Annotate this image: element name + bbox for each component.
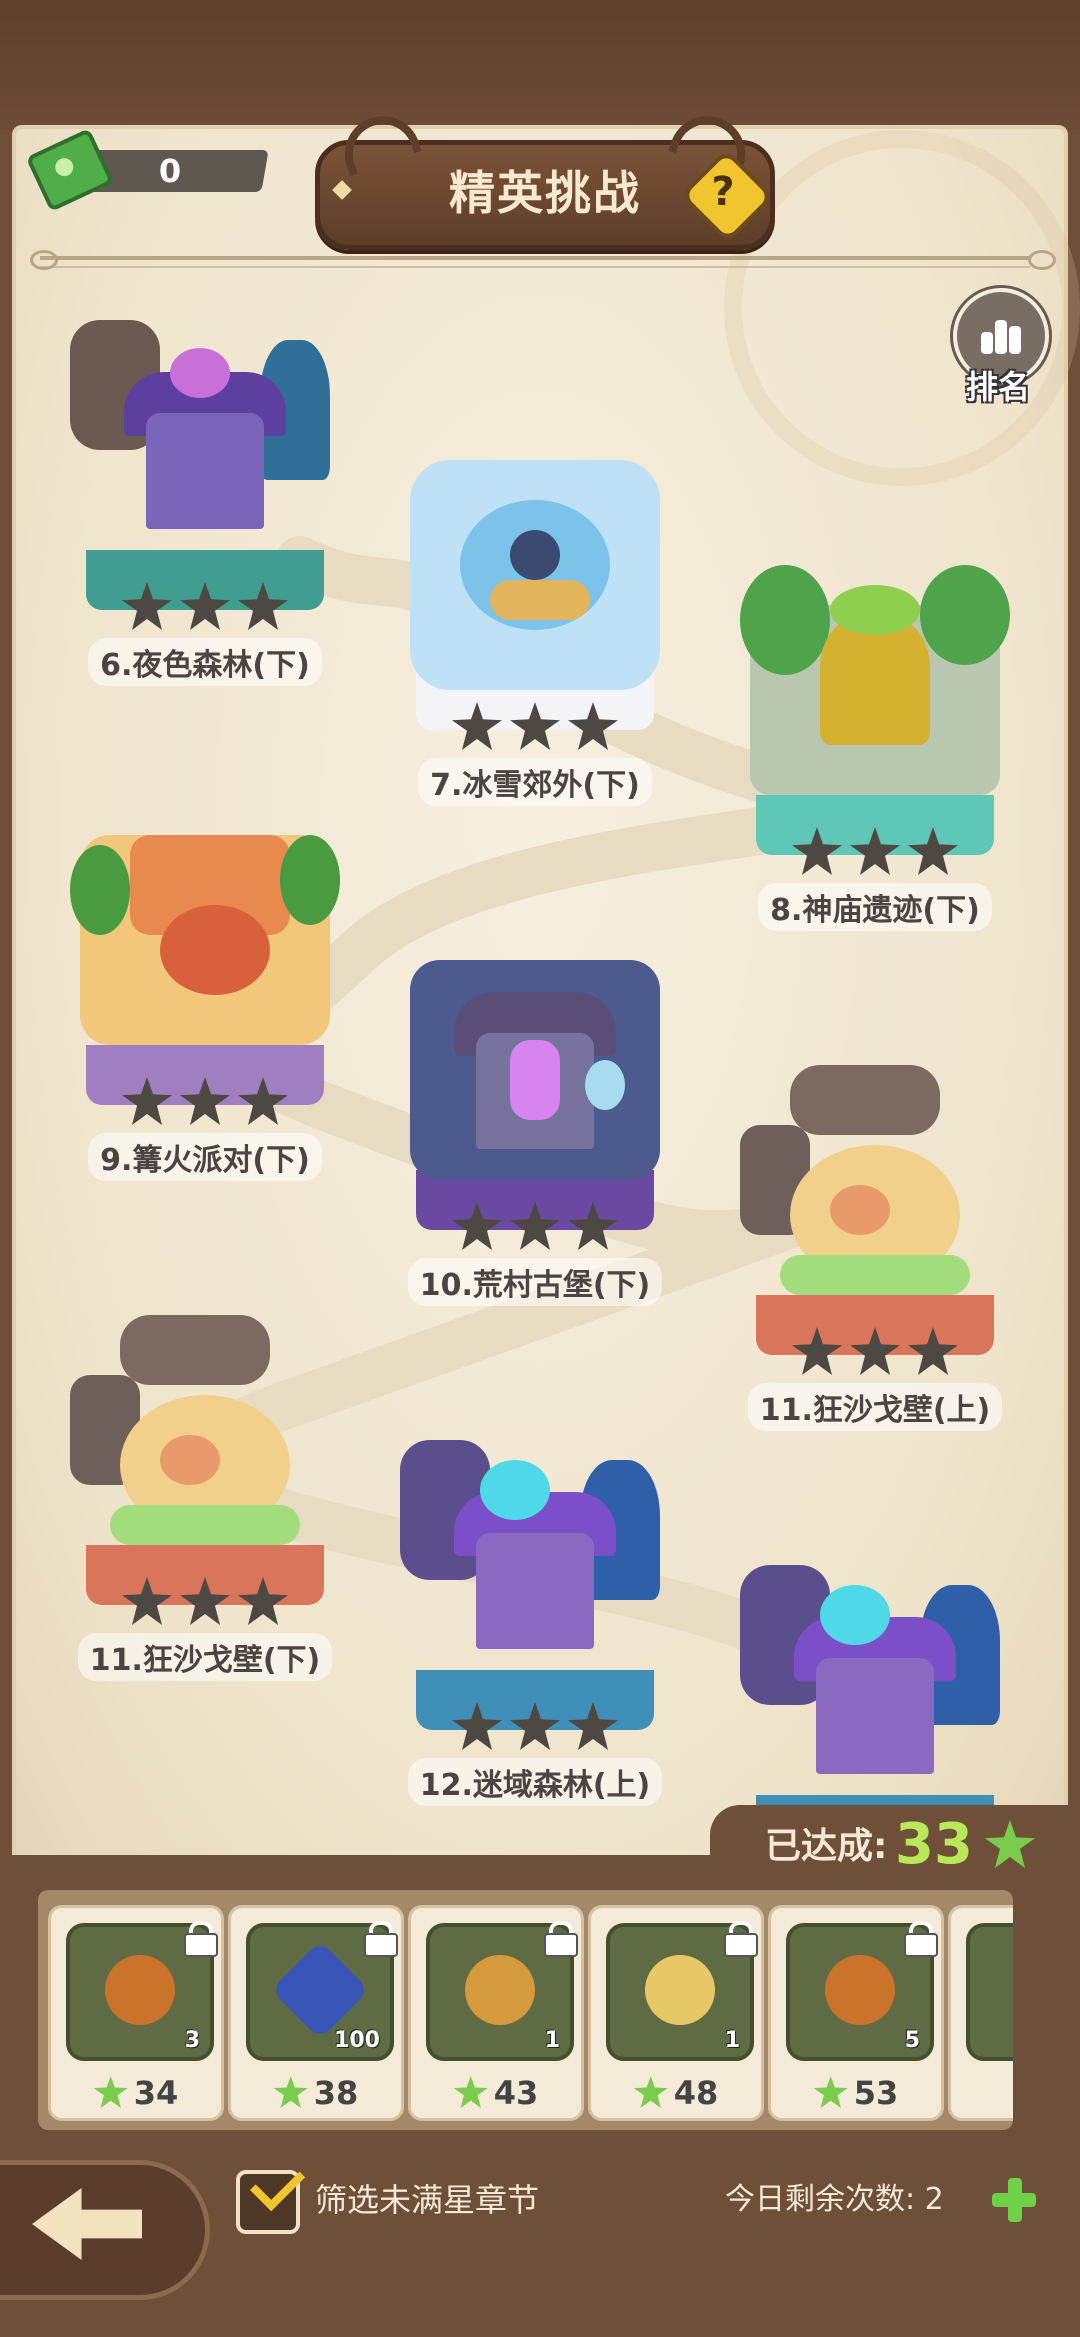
star-icon — [238, 1577, 288, 1625]
level-stars — [122, 1077, 288, 1125]
star-icon — [180, 1577, 230, 1625]
rank-label[interactable]: 排名 — [950, 362, 1046, 406]
gem-icon — [270, 1940, 370, 2040]
ticket-count: 0 — [158, 152, 182, 190]
campfire-map-icon[interactable] — [70, 815, 340, 1105]
reward-item[interactable]: 3 34 — [48, 1905, 224, 2121]
star-icon — [850, 1327, 900, 1375]
star-icon — [850, 827, 900, 875]
star-icon — [273, 2076, 308, 2108]
level-stars — [452, 702, 618, 750]
potion-icon — [825, 1955, 895, 2025]
desert-map-icon[interactable] — [740, 1065, 1010, 1355]
reward-count: 5 — [904, 2028, 920, 2053]
progress-value: 33 — [895, 1812, 973, 1877]
reward-icon-frame: 1 — [426, 1921, 578, 2061]
star-icon — [568, 1702, 618, 1750]
level-label: 9.篝火派对(下) — [88, 1133, 322, 1181]
level-label: 11.狂沙戈壁(上) — [747, 1383, 1003, 1431]
lock-icon — [182, 1921, 218, 1957]
level-stars — [792, 827, 958, 875]
star-icon — [180, 1077, 230, 1125]
star-icon — [792, 1327, 842, 1375]
star-icon — [813, 2076, 848, 2108]
star-icon — [633, 2076, 668, 2108]
reward-icon-frame: 3 — [66, 1921, 218, 2061]
star-icon — [792, 827, 842, 875]
star-icon — [510, 1202, 560, 1250]
reward-icon-frame — [966, 1923, 1013, 2061]
reward-icon-frame: 100 — [246, 1921, 398, 2061]
star-icon — [453, 2076, 488, 2108]
lock-icon — [362, 1921, 398, 1957]
reward-cost: 48 — [673, 2074, 719, 2112]
star-icon — [238, 1077, 288, 1125]
reward-track[interactable]: 3 34 100 38 1 43 1 48 5 53 — [38, 1890, 1013, 2130]
help-icon[interactable]: ? — [693, 163, 753, 221]
reward-cost: 38 — [313, 2074, 359, 2112]
filter-label[interactable]: 筛选未满星章节 — [315, 2176, 539, 2224]
snow-map-icon[interactable] — [400, 440, 670, 730]
temple-map-icon[interactable] — [740, 565, 1010, 855]
add-attempts-button[interactable] — [990, 2176, 1038, 2224]
level-label: 12.迷域森林(上) — [407, 1758, 663, 1806]
star-icon — [510, 702, 560, 750]
star-icon — [93, 2076, 128, 2108]
reward-icon-frame: 5 — [786, 1921, 938, 2061]
level-label: 7.冰雪郊外(下) — [418, 758, 652, 806]
reward-count: 3 — [184, 2028, 200, 2053]
lock-icon — [722, 1921, 758, 1957]
star-icon — [510, 1702, 560, 1750]
star-icon — [568, 702, 618, 750]
rank-bar-icon — [981, 332, 993, 354]
reward-item[interactable]: 5 53 — [768, 1905, 944, 2121]
star-icon — [908, 1327, 958, 1375]
lock-icon — [902, 1921, 938, 1957]
remaining-attempts: 今日剩余次数: 2 — [725, 2182, 944, 2217]
level-stars — [122, 1577, 288, 1625]
potion-icon — [105, 1955, 175, 2025]
level-label: 8.神庙遗迹(下) — [758, 883, 992, 931]
star-icon — [908, 827, 958, 875]
reward-item-partial[interactable] — [948, 1905, 1013, 2121]
star-icon — [238, 582, 288, 630]
reward-icon-frame: 1 — [606, 1921, 758, 2061]
level-stars — [122, 582, 288, 630]
lock-icon — [542, 1921, 578, 1957]
star-icon — [452, 1202, 502, 1250]
reward-cost: 34 — [133, 2074, 179, 2112]
mystic-forest-map-icon[interactable] — [400, 1440, 670, 1730]
mystery-flower-icon — [465, 1955, 535, 2025]
reward-item[interactable]: 1 43 — [408, 1905, 584, 2121]
star-icon — [180, 582, 230, 630]
leaf-scroll-icon — [645, 1955, 715, 2025]
star-icon — [122, 582, 172, 630]
level-stars — [792, 1327, 958, 1375]
reward-item[interactable]: 1 48 — [588, 1905, 764, 2121]
desert-map-icon[interactable] — [70, 1315, 340, 1605]
reward-cost: 43 — [493, 2074, 539, 2112]
reward-count: 1 — [544, 2028, 560, 2053]
haunted-forest-map-icon[interactable] — [70, 320, 340, 610]
castle-map-icon[interactable] — [400, 940, 670, 1230]
rank-bar-icon — [1009, 326, 1021, 354]
level-stars — [452, 1202, 618, 1250]
progress-label: 已达成: — [765, 1826, 888, 1867]
star-icon — [122, 1077, 172, 1125]
level-label: 6.夜色森林(下) — [88, 638, 322, 686]
level-label: 11.狂沙戈壁(下) — [77, 1633, 333, 1681]
level-label: 10.荒村古堡(下) — [407, 1258, 663, 1306]
star-icon — [452, 1702, 502, 1750]
reward-count: 1 — [724, 2028, 740, 2053]
star-icon — [568, 1202, 618, 1250]
level-stars — [452, 1702, 618, 1750]
reward-item[interactable]: 100 38 — [228, 1905, 404, 2121]
reward-cost: 53 — [853, 2074, 899, 2112]
reward-count: 100 — [334, 2028, 380, 2053]
star-icon — [122, 1577, 172, 1625]
rank-bar-icon — [995, 320, 1007, 354]
star-icon — [452, 702, 502, 750]
